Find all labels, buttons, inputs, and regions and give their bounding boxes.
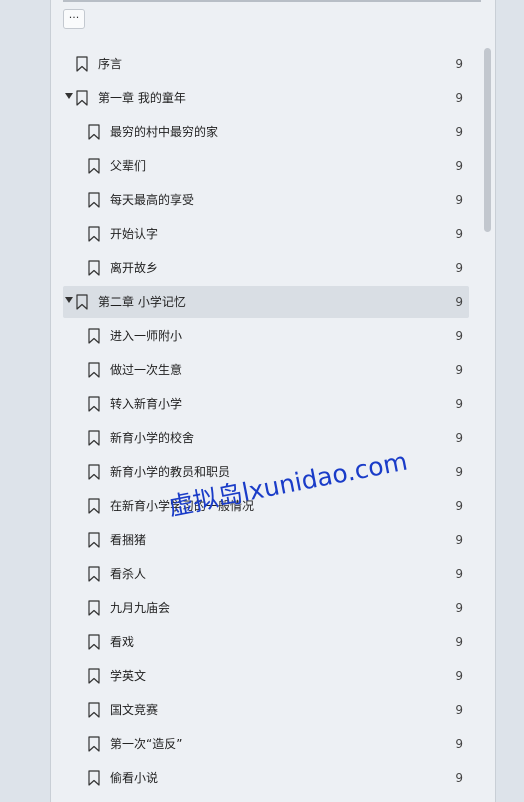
outline-item-page: 9 xyxy=(455,737,463,751)
outline-item-page: 9 xyxy=(455,363,463,377)
outline-section-item[interactable]: 离开故乡 9 xyxy=(63,252,469,284)
outline-item-label: 看捆猪 xyxy=(110,533,147,547)
outline-section-item[interactable]: 转入新育小学 9 xyxy=(63,388,469,420)
outline-item-page: 9 xyxy=(455,227,463,241)
outline-section-item[interactable]: 看捆猪 9 xyxy=(63,524,469,556)
outline-item-label: 新育小学的校舍 xyxy=(110,431,195,445)
bookmark-icon xyxy=(88,566,100,582)
bookmark-icon xyxy=(88,634,100,650)
bookmark-icon xyxy=(88,668,100,684)
outline-chapter-item[interactable]: 第一章 我的童年 9 xyxy=(63,82,469,114)
outline-section-item[interactable]: 进入一师附小 9 xyxy=(63,320,469,352)
outline-section-item[interactable]: 做过一次生意 9 xyxy=(63,354,469,386)
outline-section-item[interactable]: 新育小学的校舍 9 xyxy=(63,422,469,454)
bookmark-icon xyxy=(76,90,88,106)
outline-item-label: 进入一师附小 xyxy=(110,329,183,343)
outline-chapter-item[interactable]: 序言 9 xyxy=(63,48,469,80)
bookmark-icon xyxy=(76,294,88,310)
outline-item-label: 国文竞赛 xyxy=(110,703,159,717)
bookmark-icon xyxy=(76,56,88,72)
scrollbar-thumb[interactable] xyxy=(484,48,491,232)
outline-item-label: 做过一次生意 xyxy=(110,363,183,377)
outline-item-label: 第一章 我的童年 xyxy=(98,91,186,105)
bookmark-icon xyxy=(88,430,100,446)
outline-item-page: 9 xyxy=(455,261,463,275)
outline-section-item[interactable]: 每天最高的享受 9 xyxy=(63,184,469,216)
outline-item-label: 父辈们 xyxy=(110,159,147,173)
outline-item-page: 9 xyxy=(455,91,463,105)
outline-item-label: 序言 xyxy=(98,57,123,71)
caret-down-icon[interactable] xyxy=(65,93,73,99)
outline-panel: ··· 序言 9 第一章 我的童年 9 最穷的村中最穷的家 9 父辈们 9 每天最高的享受 9 开始… xyxy=(50,0,496,802)
bookmark-icon xyxy=(88,226,100,242)
outline-item-page: 9 xyxy=(455,193,463,207)
bookmark-icon xyxy=(88,328,100,344)
outline-section-item[interactable]: 学英文 9 xyxy=(63,660,469,692)
bookmark-icon xyxy=(88,260,100,276)
outline-item-page: 9 xyxy=(455,329,463,343)
more-options-button[interactable]: ··· xyxy=(63,9,85,29)
outline-item-label: 开始认字 xyxy=(110,227,159,241)
outline-section-item[interactable]: 父辈们 9 xyxy=(63,150,469,182)
outline-section-item[interactable]: 偷看小说 9 xyxy=(63,762,469,794)
bookmark-icon xyxy=(88,396,100,412)
bookmark-icon xyxy=(88,192,100,208)
outline-item-label: 看戏 xyxy=(110,635,135,649)
outline-section-item[interactable]: 看戏 9 xyxy=(63,626,469,658)
outline-item-label: 最穷的村中最穷的家 xyxy=(110,125,219,139)
bookmark-icon xyxy=(88,532,100,548)
bookmark-icon xyxy=(88,600,100,616)
outline-item-page: 9 xyxy=(455,431,463,445)
outline-item-page: 9 xyxy=(455,465,463,479)
caret-down-icon[interactable] xyxy=(65,297,73,303)
outline-item-page: 9 xyxy=(455,635,463,649)
outline-section-item[interactable]: 看杀人 9 xyxy=(63,558,469,590)
outline-item-page: 9 xyxy=(455,669,463,683)
outline-item-page: 9 xyxy=(455,567,463,581)
outline-section-item[interactable]: 开始认字 9 xyxy=(63,218,469,250)
bookmark-icon xyxy=(88,464,100,480)
bookmark-icon xyxy=(88,498,100,514)
outline-item-label: 学英文 xyxy=(110,669,147,683)
outline-item-label: 九月九庙会 xyxy=(110,601,171,615)
outline-item-page: 9 xyxy=(455,499,463,513)
bookmark-icon xyxy=(88,770,100,786)
outline-item-label: 转入新育小学 xyxy=(110,397,183,411)
outline-item-page: 9 xyxy=(455,295,463,309)
outline-item-label: 第二章 小学记忆 xyxy=(98,295,186,309)
outline-item-page: 9 xyxy=(455,601,463,615)
outline-section-item[interactable]: 九月九庙会 9 xyxy=(63,592,469,624)
outline-chapter-item[interactable]: 第二章 小学记忆 9 xyxy=(63,286,469,318)
outline-item-label: 偷看小说 xyxy=(110,771,159,785)
outline-item-label: 每天最高的享受 xyxy=(110,193,195,207)
top-divider xyxy=(63,0,481,2)
outline-item-page: 9 xyxy=(455,397,463,411)
outline-item-page: 9 xyxy=(455,125,463,139)
bookmark-icon xyxy=(88,736,100,752)
bookmark-icon xyxy=(88,362,100,378)
outline-item-page: 9 xyxy=(455,57,463,71)
outline-section-item[interactable]: 最穷的村中最穷的家 9 xyxy=(63,116,469,148)
outline-section-item[interactable]: 第一次“造反” 9 xyxy=(63,728,469,760)
more-icon: ··· xyxy=(68,11,80,24)
bookmark-icon xyxy=(88,702,100,718)
outline-item-page: 9 xyxy=(455,703,463,717)
bookmark-icon xyxy=(88,158,100,174)
outline-item-label: 第一次“造反” xyxy=(110,737,183,751)
outline-item-label: 看杀人 xyxy=(110,567,147,581)
outline-item-label: 离开故乡 xyxy=(110,261,159,275)
outline-item-page: 9 xyxy=(455,159,463,173)
outline-section-item[interactable]: 国文竞赛 9 xyxy=(63,694,469,726)
outline-item-page: 9 xyxy=(455,533,463,547)
outline-item-page: 9 xyxy=(455,771,463,785)
bookmark-icon xyxy=(88,124,100,140)
